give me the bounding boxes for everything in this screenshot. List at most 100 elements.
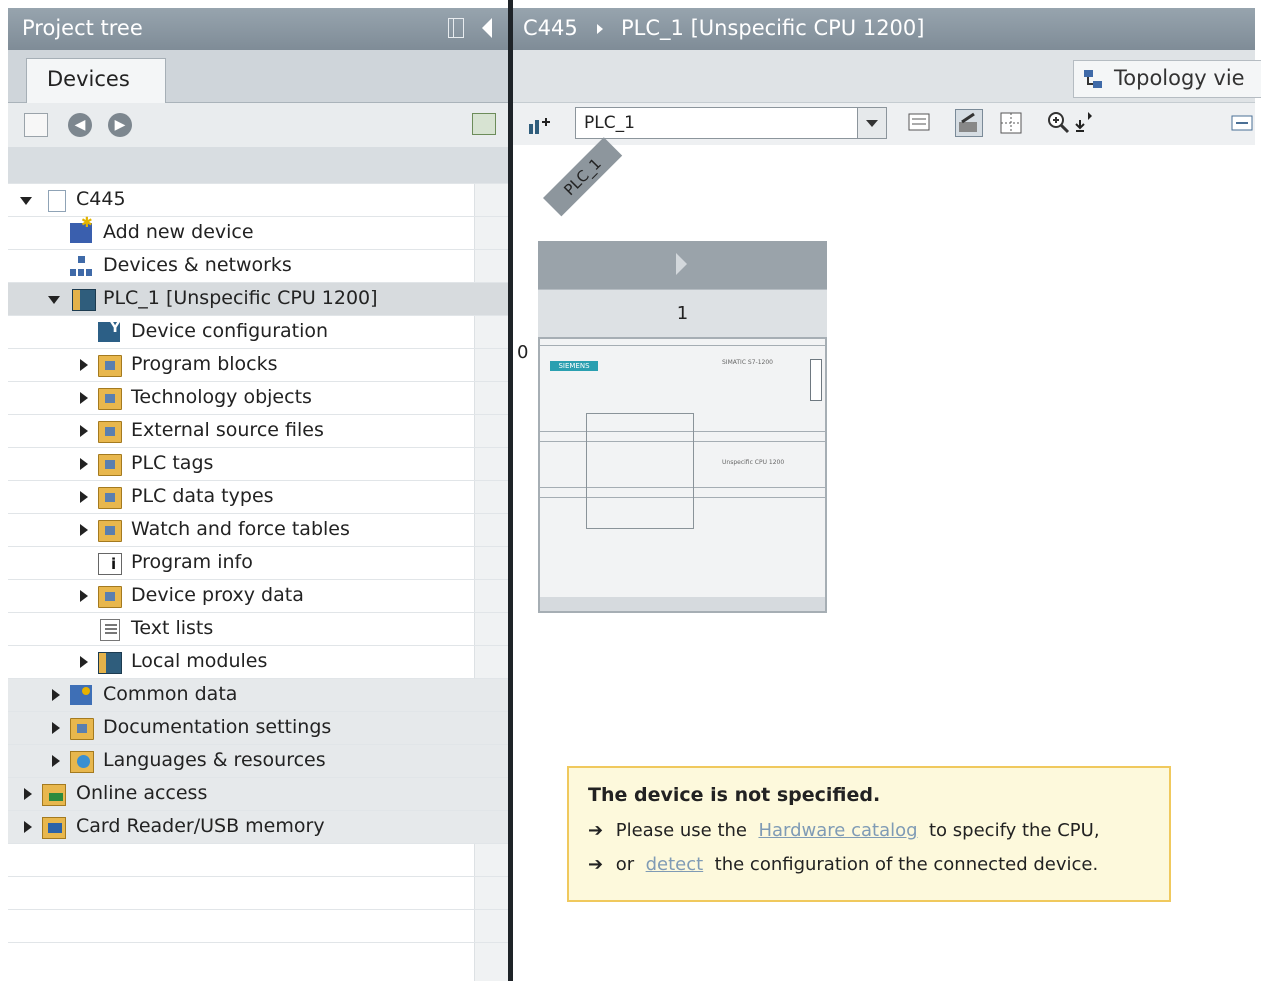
tree-item-add-new-device[interactable]: Add new device — [8, 215, 510, 249]
tab-devices-label: Devices — [47, 67, 130, 91]
tree-item-program-blocks[interactable]: Program blocks — [8, 348, 510, 381]
tree-item-label: Device proxy data — [131, 584, 304, 606]
hardware-catalog-link[interactable]: Hardware catalog — [758, 820, 917, 841]
notice-line-2-suffix: the configuration of the connected devic… — [714, 854, 1099, 875]
expand-arrow-icon[interactable] — [24, 788, 32, 800]
tree-item-languages-resources[interactable]: Languages & resources — [8, 744, 510, 777]
project-tree-title: Project tree — [22, 16, 143, 40]
view-switch-bar: Topology vie — [513, 50, 1261, 103]
expand-arrow-icon[interactable] — [80, 359, 88, 371]
program-info-icon — [98, 553, 122, 575]
expand-arrow-icon[interactable] — [80, 491, 88, 503]
pin-icon[interactable] — [448, 18, 464, 38]
notice-line-2: ➔ or detect the configuration of the con… — [588, 854, 1098, 875]
add-device-icon — [70, 215, 93, 243]
tree-item-technology-objects[interactable]: Technology objects — [8, 381, 510, 414]
module-icon — [98, 652, 122, 674]
chevron-down-icon[interactable] — [857, 108, 886, 138]
notice-line-2-prefix: or — [615, 854, 635, 875]
tree-item-label: Online access — [76, 782, 208, 804]
tree-item-local-modules[interactable]: Local modules — [8, 645, 510, 678]
expand-arrow-icon[interactable] — [80, 425, 88, 437]
collapse-left-icon[interactable] — [482, 18, 492, 38]
tree-item-plc-1[interactable]: PLC_1 [Unspecific CPU 1200] — [8, 282, 510, 315]
tree-item-label: Text lists — [131, 617, 214, 639]
module-labels-icon[interactable] — [905, 109, 933, 137]
tree-item-label: Watch and force tables — [131, 518, 350, 540]
tree-item-plc-tags[interactable]: PLC tags — [8, 447, 510, 480]
notice-line-1: ➔ Please use the Hardware catalog to spe… — [588, 820, 1100, 841]
expand-arrow-icon[interactable] — [20, 197, 32, 205]
back-icon[interactable]: ◀ — [68, 113, 92, 137]
tree-item-text-lists[interactable]: Text lists — [8, 612, 510, 645]
expand-arrow-icon[interactable] — [52, 755, 60, 767]
tree-item-label: Program blocks — [131, 353, 278, 375]
tree-item-device-proxy-data[interactable]: Device proxy data — [8, 579, 510, 612]
text-list-icon — [100, 619, 120, 641]
tree-item-card-reader[interactable]: Card Reader/USB memory — [8, 810, 510, 843]
expand-arrow-icon[interactable] — [80, 590, 88, 602]
tree-empty-row — [8, 843, 510, 876]
expand-arrow-icon[interactable] — [80, 392, 88, 404]
siemens-logo: SIEMENS — [550, 361, 598, 371]
tree-item-label: Languages & resources — [103, 749, 326, 771]
tree-item-devices-networks[interactable]: Devices & networks — [8, 249, 510, 282]
project-tree-panel: Project tree Devices ◀ ▶ C445 Add new de… — [8, 8, 510, 981]
tree-item-watch-force-tables[interactable]: Watch and force tables — [8, 513, 510, 546]
slot-number: 1 — [538, 289, 827, 338]
device-name-tag[interactable]: PLC_1 — [543, 137, 623, 217]
device-select[interactable]: PLC_1 — [575, 107, 887, 139]
tree-item-c445[interactable]: C445 — [8, 183, 510, 216]
expand-arrow-icon[interactable] — [48, 296, 60, 304]
notice-line-1-suffix: to specify the CPU, — [929, 820, 1100, 841]
online-access-icon — [42, 784, 66, 806]
tree-item-documentation-settings[interactable]: Documentation settings — [8, 711, 510, 744]
unspecified-cpu-module[interactable]: SIEMENS SIMATIC S7-1200 Unspecific CPU 1… — [538, 337, 827, 613]
topology-view-label: Topology vie — [1114, 66, 1245, 90]
tree-item-label: PLC data types — [131, 485, 274, 507]
new-item-icon[interactable] — [24, 113, 48, 137]
more-tools-icon[interactable] — [1227, 109, 1255, 137]
expand-arrow-icon[interactable] — [52, 722, 60, 734]
show-overview-icon[interactable] — [472, 113, 496, 135]
arrow-right-icon: ➔ — [588, 854, 604, 875]
rack-expand-arrow-icon[interactable] — [538, 241, 827, 289]
device-rack[interactable]: 1 SIEMENS SIMATIC S7-1200 Unspecific CPU… — [538, 241, 827, 613]
tree-item-label: External source files — [131, 419, 324, 441]
detect-link[interactable]: detect — [646, 854, 704, 875]
topology-view-button[interactable]: Topology vie — [1073, 60, 1261, 98]
tree-item-online-access[interactable]: Online access — [8, 777, 510, 810]
editor-title-bar: C445 PLC_1 [Unspecific CPU 1200] — [513, 8, 1255, 50]
project-tree-tabs: Devices — [8, 50, 510, 103]
tree-item-external-source-files[interactable]: External source files — [8, 414, 510, 447]
folder-icon — [98, 520, 122, 542]
tree-item-plc-data-types[interactable]: PLC data types — [8, 480, 510, 513]
expand-arrow-icon[interactable] — [24, 821, 32, 833]
tree-item-label: Add new device — [103, 221, 254, 243]
common-data-icon — [70, 685, 92, 705]
expand-arrow-icon[interactable] — [80, 458, 88, 470]
expand-arrow-icon[interactable] — [52, 689, 60, 701]
tree-item-label: Local modules — [131, 650, 268, 672]
zoom-in-icon[interactable] — [1045, 109, 1073, 137]
tree-empty-row — [8, 942, 510, 975]
project-tree-toolbar: ◀ ▶ — [8, 103, 510, 147]
tree-item-common-data[interactable]: Common data — [8, 678, 510, 711]
project-tree: C445 Add new device Devices & networks P… — [8, 183, 510, 981]
zoom-dropdown-icon[interactable] — [1073, 109, 1095, 137]
expand-arrow-icon[interactable] — [80, 656, 88, 668]
grid-icon[interactable] — [997, 109, 1025, 137]
folder-icon — [70, 718, 94, 740]
folder-icon — [98, 421, 122, 443]
forward-icon[interactable]: ▶ — [108, 113, 132, 137]
expand-arrow-icon[interactable] — [80, 524, 88, 536]
device-navigation-icon[interactable] — [525, 109, 553, 137]
tab-devices[interactable]: Devices — [26, 58, 166, 103]
tree-item-program-info[interactable]: Program info — [8, 546, 510, 579]
tree-item-device-configuration[interactable]: Device configuration — [8, 315, 510, 348]
breadcrumb-device[interactable]: PLC_1 [Unspecific CPU 1200] — [621, 16, 924, 40]
module-edge-line — [540, 345, 825, 346]
network-icon — [70, 256, 92, 276]
breadcrumb-project[interactable]: C445 — [523, 16, 578, 40]
show-io-icon[interactable] — [955, 109, 983, 137]
